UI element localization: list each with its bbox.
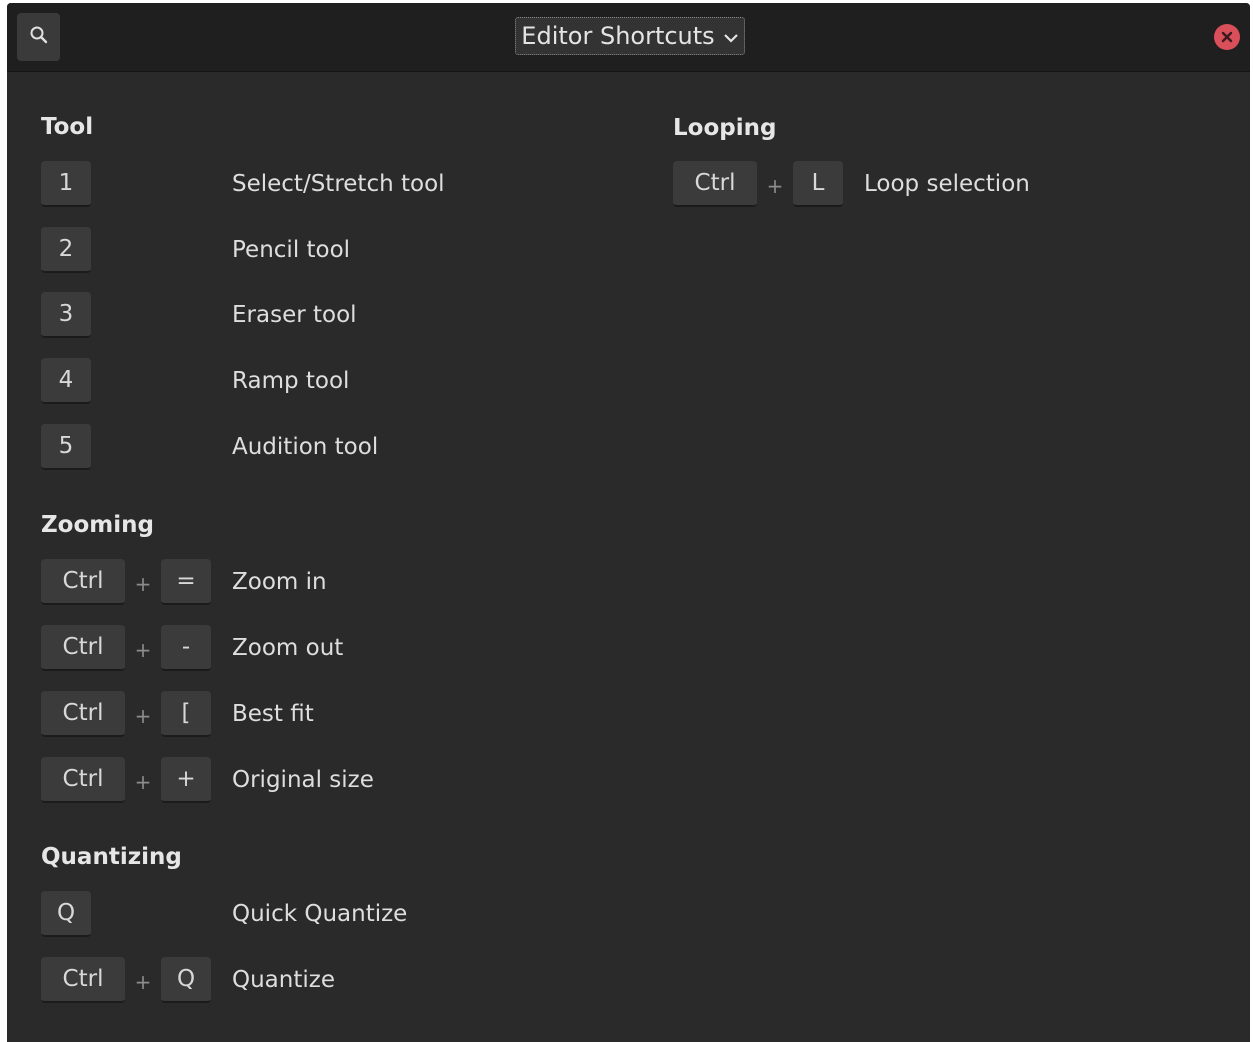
key-cap: Ctrl xyxy=(41,691,125,737)
plus-separator: + xyxy=(134,704,152,728)
shortcut-label: Eraser tool xyxy=(232,302,357,328)
shortcuts-window: Editor Shortcuts Tool 1 Select/Stretch t… xyxy=(7,3,1250,1042)
close-button[interactable] xyxy=(1214,24,1240,50)
section-title-looping: Looping xyxy=(673,115,777,141)
shortcut-label: Audition tool xyxy=(232,434,379,460)
section-title-tool: Tool xyxy=(41,114,94,140)
close-icon xyxy=(1221,28,1233,47)
key-cap: [ xyxy=(161,691,211,737)
shortcut-label: Select/Stretch tool xyxy=(232,171,445,197)
plus-separator: + xyxy=(134,572,152,596)
shortcut-label: Zoom in xyxy=(232,569,327,595)
key-cap: Ctrl xyxy=(41,625,125,671)
plus-separator: + xyxy=(766,174,784,198)
key-cap: Q xyxy=(41,891,91,937)
shortcut-label: Loop selection xyxy=(864,171,1030,197)
shortcut-label: Zoom out xyxy=(232,635,344,661)
plus-separator: + xyxy=(134,770,152,794)
shortcut-label: Original size xyxy=(232,767,374,793)
key-cap: + xyxy=(161,757,211,803)
search-icon xyxy=(29,25,49,49)
section-title-zooming: Zooming xyxy=(41,512,154,538)
key-cap: Ctrl xyxy=(41,559,125,605)
header-bar: Editor Shortcuts xyxy=(7,3,1250,72)
search-button[interactable] xyxy=(17,13,60,61)
key-cap: 2 xyxy=(41,227,91,273)
key-cap: L xyxy=(793,161,843,207)
section-title-quantizing: Quantizing xyxy=(41,844,182,870)
chevron-down-icon xyxy=(723,22,739,50)
key-cap: 4 xyxy=(41,358,91,404)
shortcut-label: Quick Quantize xyxy=(232,901,408,927)
shortcut-label: Pencil tool xyxy=(232,237,351,263)
key-cap: - xyxy=(161,625,211,671)
section-dropdown-button[interactable]: Editor Shortcuts xyxy=(515,17,745,55)
key-cap: Ctrl xyxy=(41,757,125,803)
plus-separator: + xyxy=(134,638,152,662)
plus-separator: + xyxy=(134,970,152,994)
shortcut-label: Quantize xyxy=(232,967,335,993)
shortcut-label: Best fit xyxy=(232,701,314,727)
shortcut-label: Ramp tool xyxy=(232,368,350,394)
key-cap: Ctrl xyxy=(41,957,125,1003)
key-cap: Q xyxy=(161,957,211,1003)
key-cap: Ctrl xyxy=(673,161,757,207)
key-cap: = xyxy=(161,559,211,605)
window-title: Editor Shortcuts xyxy=(521,22,715,50)
key-cap: 1 xyxy=(41,161,91,207)
key-cap: 5 xyxy=(41,424,91,470)
key-cap: 3 xyxy=(41,292,91,338)
